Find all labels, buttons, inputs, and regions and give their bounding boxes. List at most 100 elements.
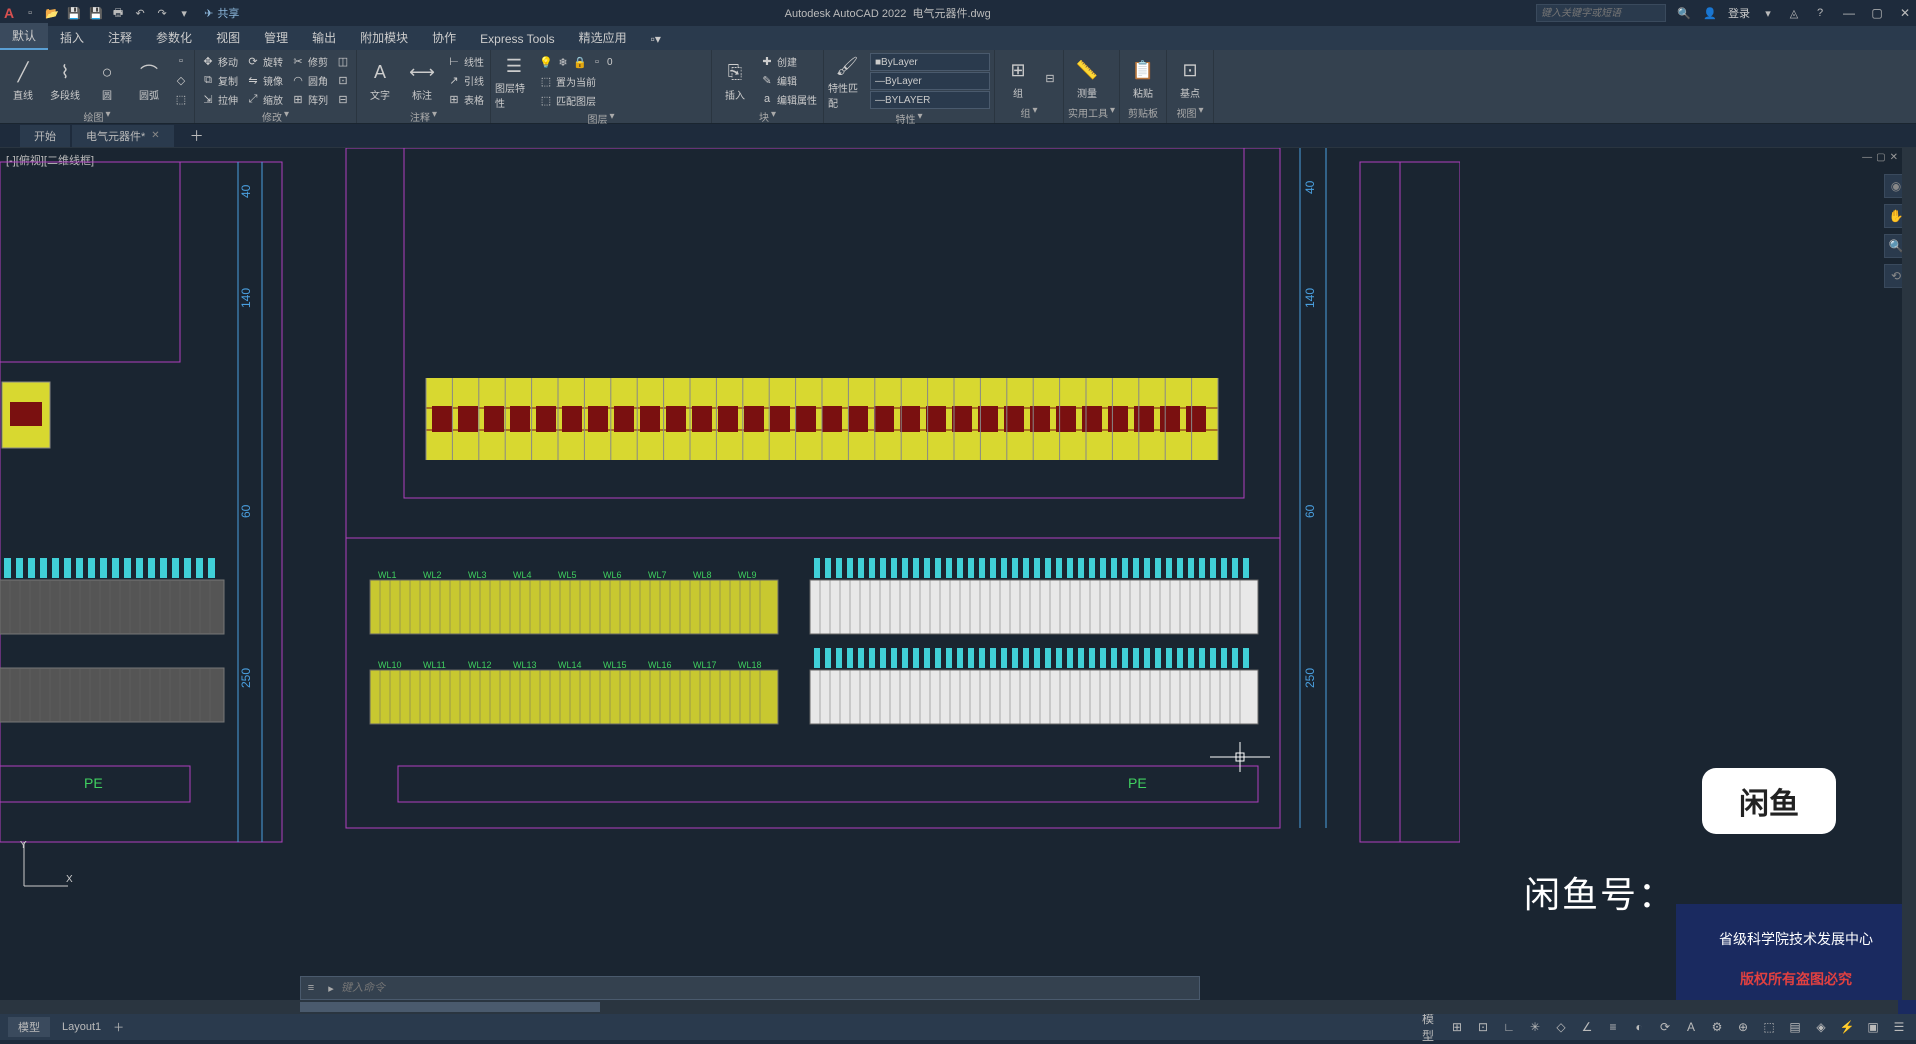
- vp-close-icon[interactable]: ✕: [1890, 152, 1898, 163]
- command-input[interactable]: [341, 982, 1199, 994]
- vp-min-icon[interactable]: —: [1862, 152, 1872, 163]
- tab-express[interactable]: Express Tools: [468, 28, 566, 50]
- tab-extra-icon[interactable]: ▫▾: [639, 28, 673, 50]
- chevron-down-icon[interactable]: ▾: [432, 109, 437, 124]
- array-button[interactable]: ⊞阵列: [289, 90, 330, 108]
- drawing-tab[interactable]: 电气元器件*✕: [72, 125, 174, 147]
- chevron-down-icon[interactable]: ▾: [771, 109, 776, 124]
- text-button[interactable]: A文字: [361, 59, 399, 102]
- draw-more-3[interactable]: ⬚: [172, 90, 190, 108]
- status-model[interactable]: 模型: [1422, 1018, 1440, 1036]
- match-props-button[interactable]: 🖌特性匹配: [828, 52, 866, 110]
- linear-button[interactable]: ⊢线性: [445, 52, 486, 70]
- cleanscreen-icon[interactable]: ▣: [1864, 1018, 1882, 1036]
- cycling-icon[interactable]: ⟳: [1656, 1018, 1674, 1036]
- paste-button[interactable]: 📋粘贴: [1124, 57, 1162, 100]
- linetype-selector[interactable]: — ByLayer: [870, 72, 990, 90]
- chevron-down-icon[interactable]: ▾: [1199, 105, 1204, 120]
- layerprops-button[interactable]: ☰图层特性: [495, 52, 533, 110]
- block-edit[interactable]: ✎编辑: [758, 71, 819, 89]
- help-icon[interactable]: ?: [1812, 5, 1828, 21]
- block-attr[interactable]: a编辑属性: [758, 90, 819, 108]
- polyline-button[interactable]: ⌇多段线: [46, 59, 84, 102]
- dim-button[interactable]: ⟷标注: [403, 59, 441, 102]
- customize-icon[interactable]: ☰: [1890, 1018, 1908, 1036]
- close-tab-icon[interactable]: ✕: [151, 130, 159, 141]
- saveas-icon[interactable]: 💾: [88, 5, 104, 21]
- v-scrollbar[interactable]: [1902, 148, 1916, 1000]
- start-tab[interactable]: 开始: [20, 125, 70, 147]
- drawing-canvas[interactable]: [-][俯视][二维线框] — ▢ ✕ PE 40 140 60 250: [0, 148, 1916, 1014]
- chevron-down-icon[interactable]: ▾: [284, 109, 289, 124]
- insert-block-button[interactable]: ⎘插入: [716, 59, 754, 102]
- help-search-input[interactable]: [1536, 4, 1666, 22]
- grid-icon[interactable]: ⊞: [1448, 1018, 1466, 1036]
- vp-max-icon[interactable]: ▢: [1876, 152, 1885, 163]
- tab-collab[interactable]: 协作: [420, 25, 468, 50]
- group-extra[interactable]: ⊟: [1041, 69, 1059, 87]
- save-icon[interactable]: 💾: [66, 5, 82, 21]
- qat-dropdown-icon[interactable]: ▾: [176, 5, 192, 21]
- base-button[interactable]: ⊡基点: [1171, 57, 1209, 100]
- tab-featured[interactable]: 精选应用: [567, 25, 639, 50]
- circle-button[interactable]: ○圆: [88, 59, 126, 102]
- stretch-button[interactable]: ⇲拉伸: [199, 90, 240, 108]
- units-icon[interactable]: ⬚: [1760, 1018, 1778, 1036]
- layout1-tab[interactable]: Layout1: [52, 1019, 111, 1035]
- tab-view[interactable]: 视图: [204, 25, 252, 50]
- chevron-down-icon[interactable]: ▾: [1032, 105, 1037, 120]
- quickprops-icon[interactable]: ▤: [1786, 1018, 1804, 1036]
- add-layout-button[interactable]: ＋: [113, 1019, 124, 1035]
- group-button[interactable]: ⊞组: [999, 57, 1037, 100]
- layer-set-current[interactable]: ⬚置为当前: [537, 72, 707, 90]
- annomonitor-icon[interactable]: ⊕: [1734, 1018, 1752, 1036]
- maximize-button[interactable]: ▢: [1870, 6, 1884, 20]
- osnap-icon[interactable]: ◇: [1552, 1018, 1570, 1036]
- mod-extra-3[interactable]: ⊟: [334, 90, 352, 108]
- model-tab[interactable]: 模型: [8, 1017, 50, 1037]
- tab-insert[interactable]: 插入: [48, 25, 96, 50]
- command-line[interactable]: ≡ ▸: [300, 976, 1200, 1000]
- minimize-button[interactable]: —: [1842, 6, 1856, 20]
- workspace-icon[interactable]: ⚙: [1708, 1018, 1726, 1036]
- measure-button[interactable]: 📏测量: [1068, 57, 1106, 100]
- move-button[interactable]: ✥移动: [199, 52, 240, 70]
- chevron-down-icon[interactable]: ▾: [1110, 105, 1115, 120]
- new-icon[interactable]: ▫: [22, 5, 38, 21]
- line-button[interactable]: ╱直线: [4, 59, 42, 102]
- block-create[interactable]: ✚创建: [758, 52, 819, 70]
- tab-annotate[interactable]: 注释: [96, 25, 144, 50]
- scale-button[interactable]: ⤢缩放: [244, 90, 285, 108]
- cart-icon[interactable]: ▾: [1760, 5, 1776, 21]
- isolate-icon[interactable]: ◈: [1812, 1018, 1830, 1036]
- lineweight-selector[interactable]: — BYLAYER: [870, 91, 990, 109]
- tab-addins[interactable]: 附加模块: [348, 25, 420, 50]
- tab-output[interactable]: 输出: [300, 25, 348, 50]
- transparency-icon[interactable]: ◐: [1630, 1018, 1648, 1036]
- redo-icon[interactable]: ↷: [154, 5, 170, 21]
- arc-button[interactable]: ⌒圆弧: [130, 59, 168, 102]
- share-button[interactable]: ✈ 共享: [204, 5, 239, 21]
- layer-toolbar-row[interactable]: 💡❄🔒▫0: [537, 53, 707, 71]
- rotate-button[interactable]: ⟳旋转: [244, 52, 285, 70]
- lwt-icon[interactable]: ≡: [1604, 1018, 1622, 1036]
- layer-match[interactable]: ⬚匹配图层: [537, 91, 707, 109]
- trim-button[interactable]: ✂修剪: [289, 52, 330, 70]
- tab-default[interactable]: 默认: [0, 23, 48, 50]
- undo-icon[interactable]: ↶: [132, 5, 148, 21]
- polar-icon[interactable]: ✳: [1526, 1018, 1544, 1036]
- autodesk-icon[interactable]: ◬: [1786, 5, 1802, 21]
- user-icon[interactable]: 👤: [1702, 5, 1718, 21]
- search-icon[interactable]: 🔍: [1676, 5, 1692, 21]
- mod-extra-2[interactable]: ⊡: [334, 71, 352, 89]
- chevron-down-icon[interactable]: ▾: [609, 111, 614, 126]
- draw-more-2[interactable]: ◇: [172, 71, 190, 89]
- login-button[interactable]: 登录: [1728, 5, 1750, 21]
- color-selector[interactable]: ■ ByLayer: [870, 53, 990, 71]
- chevron-down-icon[interactable]: ▾: [105, 109, 110, 124]
- close-button[interactable]: ✕: [1898, 6, 1912, 20]
- otrack-icon[interactable]: ∠: [1578, 1018, 1596, 1036]
- fillet-button[interactable]: ◠圆角: [289, 71, 330, 89]
- open-icon[interactable]: 📂: [44, 5, 60, 21]
- table-button[interactable]: ⊞表格: [445, 90, 486, 108]
